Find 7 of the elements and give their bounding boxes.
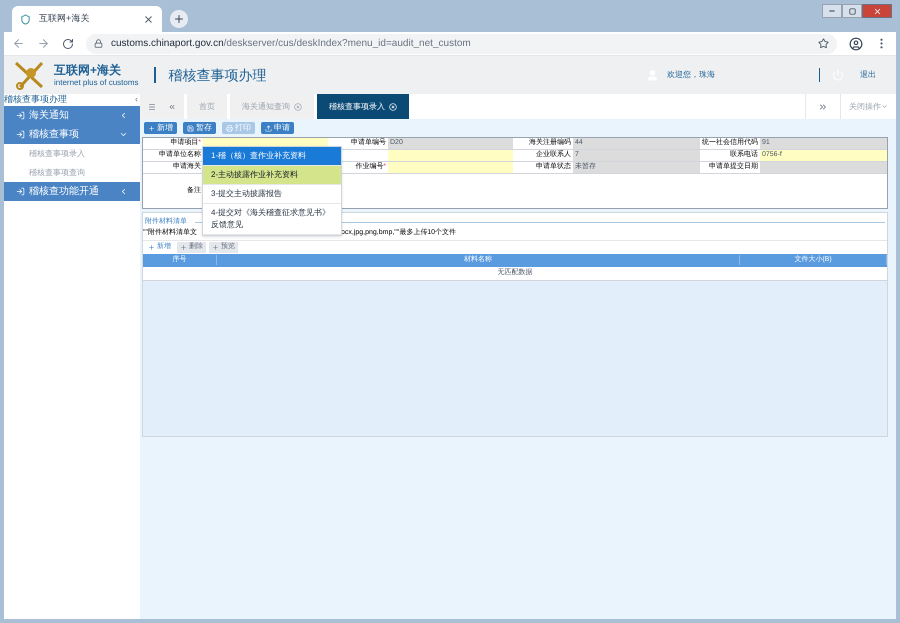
tab-title: 互联网+海关	[39, 12, 90, 26]
logo-title: 互联网+海关	[54, 62, 122, 78]
url-text: customs.chinaport.gov.cn/deskserver/cus/deskIndex?menu_id=audit_net_custom	[111, 37, 471, 51]
welcome-text: 欢迎您，珠海	[667, 69, 716, 81]
logo-subtitle: internet plus of customs	[54, 78, 138, 88]
sidebar-title: 稽核查事项办理	[4, 93, 67, 106]
page-title: 稽核查事项办理	[168, 66, 266, 84]
